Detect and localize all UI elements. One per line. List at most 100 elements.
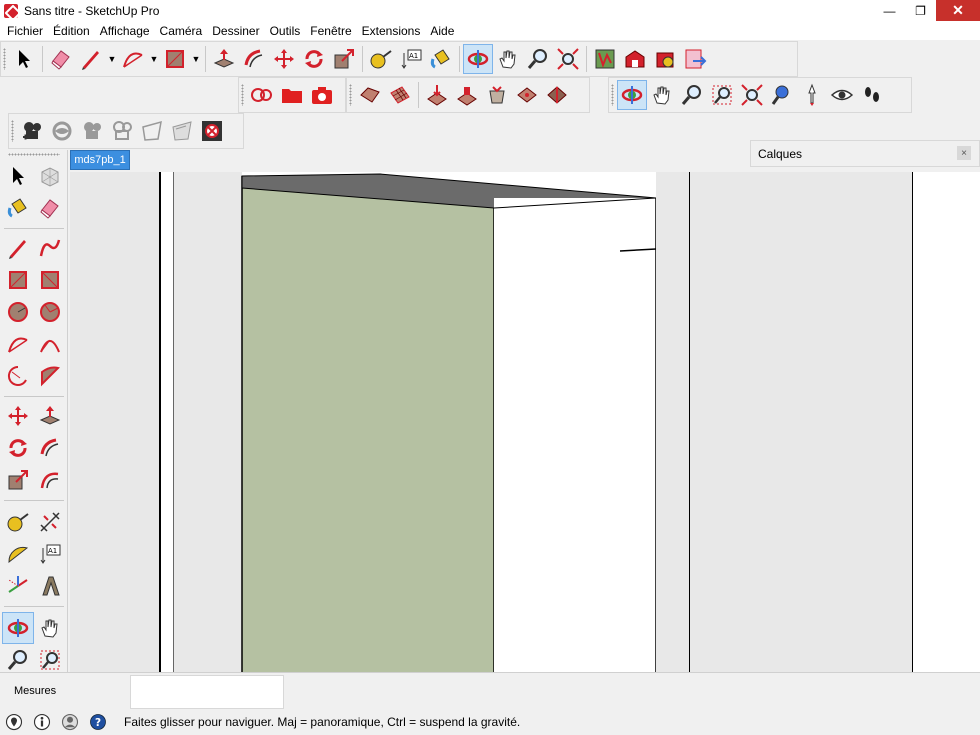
smoove-button[interactable] (422, 80, 452, 110)
instructor-help-button[interactable]: ? (88, 712, 108, 732)
rotate-tool-button[interactable] (299, 44, 329, 74)
extension-warehouse-button[interactable] (620, 44, 650, 74)
lt-scale-button[interactable] (2, 464, 34, 496)
lt-select-button[interactable] (2, 160, 34, 192)
eraser-tool-button[interactable] (46, 44, 76, 74)
push-pull-tool-button[interactable] (209, 44, 239, 74)
menu-extensions[interactable]: Extensions (357, 24, 426, 38)
lt-polygon-button[interactable] (34, 296, 66, 328)
nav-position-camera-button[interactable] (797, 80, 827, 110)
pencil-tool-button[interactable] (76, 44, 106, 74)
menu-aide[interactable]: Aide (425, 24, 459, 38)
add-detail-button[interactable] (512, 80, 542, 110)
layers-panel-title[interactable]: Calques (758, 147, 802, 161)
modeling-viewport[interactable] (70, 172, 980, 672)
lt-rotated-rectangle-button[interactable] (34, 264, 66, 296)
account-button[interactable] (60, 712, 80, 732)
menu-affichage[interactable]: Affichage (95, 24, 155, 38)
film-gray-button-1[interactable] (77, 116, 107, 146)
push-pull-icon (39, 406, 61, 425)
arc-dropdown-arrow[interactable]: ▼ (148, 44, 160, 74)
geo-location-button[interactable] (4, 712, 24, 732)
menu-edition[interactable]: Édition (48, 24, 95, 38)
lt-make-component-button[interactable] (34, 160, 66, 192)
lt-paint-bucket-button[interactable] (2, 192, 34, 224)
paint-bucket-tool-button[interactable] (426, 44, 456, 74)
nav-pan-button[interactable] (647, 80, 677, 110)
rectangle-tool-button[interactable] (160, 44, 190, 74)
zoom-extents-tool-button[interactable] (553, 44, 583, 74)
nav-walk-button[interactable] (857, 80, 887, 110)
layers-close-button[interactable]: × (957, 146, 971, 160)
lt-orbit-button[interactable] (2, 612, 34, 644)
lt-follow-me-button[interactable] (34, 432, 66, 464)
credits-button[interactable] (32, 712, 52, 732)
film-add-scene-button[interactable] (17, 116, 47, 146)
menu-fenetre[interactable]: Fenêtre (305, 24, 356, 38)
lt-dimension-button[interactable] (34, 506, 66, 538)
menu-outils[interactable]: Outils (265, 24, 306, 38)
open-folder-button[interactable] (277, 80, 307, 110)
extension-store-button[interactable] (650, 44, 680, 74)
sandbox-contours-button[interactable] (355, 80, 385, 110)
stamp-button[interactable] (452, 80, 482, 110)
arc-tool-button[interactable] (118, 44, 148, 74)
lt-rectangle-button[interactable] (2, 264, 34, 296)
lt-3pt-arc-button[interactable] (2, 360, 34, 392)
measurements-input[interactable] (130, 675, 284, 709)
position-camera-button[interactable] (247, 80, 277, 110)
lt-circle-button[interactable] (2, 296, 34, 328)
move-tool-button[interactable] (269, 44, 299, 74)
rectangle-dropdown-arrow[interactable]: ▼ (190, 44, 202, 74)
text-tool-button[interactable]: A1 (396, 44, 426, 74)
nav-previous-button[interactable] (767, 80, 797, 110)
lt-offset-button[interactable] (34, 464, 66, 496)
close-window-button[interactable]: ✕ (936, 0, 980, 21)
lt-push-pull-button[interactable] (34, 400, 66, 432)
lt-move-button[interactable] (2, 400, 34, 432)
select-tool-button[interactable] (9, 44, 39, 74)
lt-pie-button[interactable] (34, 360, 66, 392)
lt-tape-measure-button[interactable] (2, 506, 34, 538)
nav-zoom-window-button[interactable] (707, 80, 737, 110)
tape-measure-tool-button[interactable] (366, 44, 396, 74)
lt-axes-button[interactable] (2, 570, 34, 602)
nav-zoom-extents-button[interactable] (737, 80, 767, 110)
lt-freehand-button[interactable] (34, 232, 66, 264)
menu-dessiner[interactable]: Dessiner (207, 24, 264, 38)
lt-protractor-button[interactable] (2, 538, 34, 570)
lt-3d-text-button[interactable] (34, 570, 66, 602)
menu-fichier[interactable]: Fichier (2, 24, 48, 38)
send-to-layout-button[interactable] (680, 44, 710, 74)
pencil-dropdown-arrow[interactable]: ▼ (106, 44, 118, 74)
film-gray-button-2[interactable] (107, 116, 137, 146)
lt-rotate-button[interactable] (2, 432, 34, 464)
camera-snapshot-button[interactable] (307, 80, 337, 110)
orbit-tool-button[interactable] (463, 44, 493, 74)
flip-edge-button[interactable] (542, 80, 572, 110)
lt-2pt-arc-button[interactable] (34, 328, 66, 360)
lt-eraser-button[interactable] (34, 192, 66, 224)
zoom-tool-button[interactable] (523, 44, 553, 74)
pan-tool-button[interactable] (493, 44, 523, 74)
section-cut-button[interactable] (197, 116, 227, 146)
drape-button[interactable] (482, 80, 512, 110)
nav-orbit-button[interactable] (617, 80, 647, 110)
menu-camera[interactable]: Caméra (155, 24, 208, 38)
sandbox-scratch-button[interactable] (385, 80, 415, 110)
minimize-button[interactable]: — (874, 0, 905, 21)
section-fill-button[interactable] (167, 116, 197, 146)
follow-me-tool-button[interactable] (239, 44, 269, 74)
maximize-button[interactable]: ❐ (905, 0, 936, 21)
lt-arc-button[interactable] (2, 328, 34, 360)
lt-line-button[interactable] (2, 232, 34, 264)
lt-text-button[interactable]: A1 (34, 538, 66, 570)
scale-tool-button[interactable] (329, 44, 359, 74)
lt-pan-button[interactable] (34, 612, 66, 644)
look-around-gray-button[interactable] (47, 116, 77, 146)
3d-warehouse-button[interactable] (590, 44, 620, 74)
nav-look-around-button[interactable] (827, 80, 857, 110)
section-plane-button[interactable] (137, 116, 167, 146)
scene-tab[interactable]: mds7pb_1 (70, 150, 130, 170)
nav-zoom-button[interactable] (677, 80, 707, 110)
